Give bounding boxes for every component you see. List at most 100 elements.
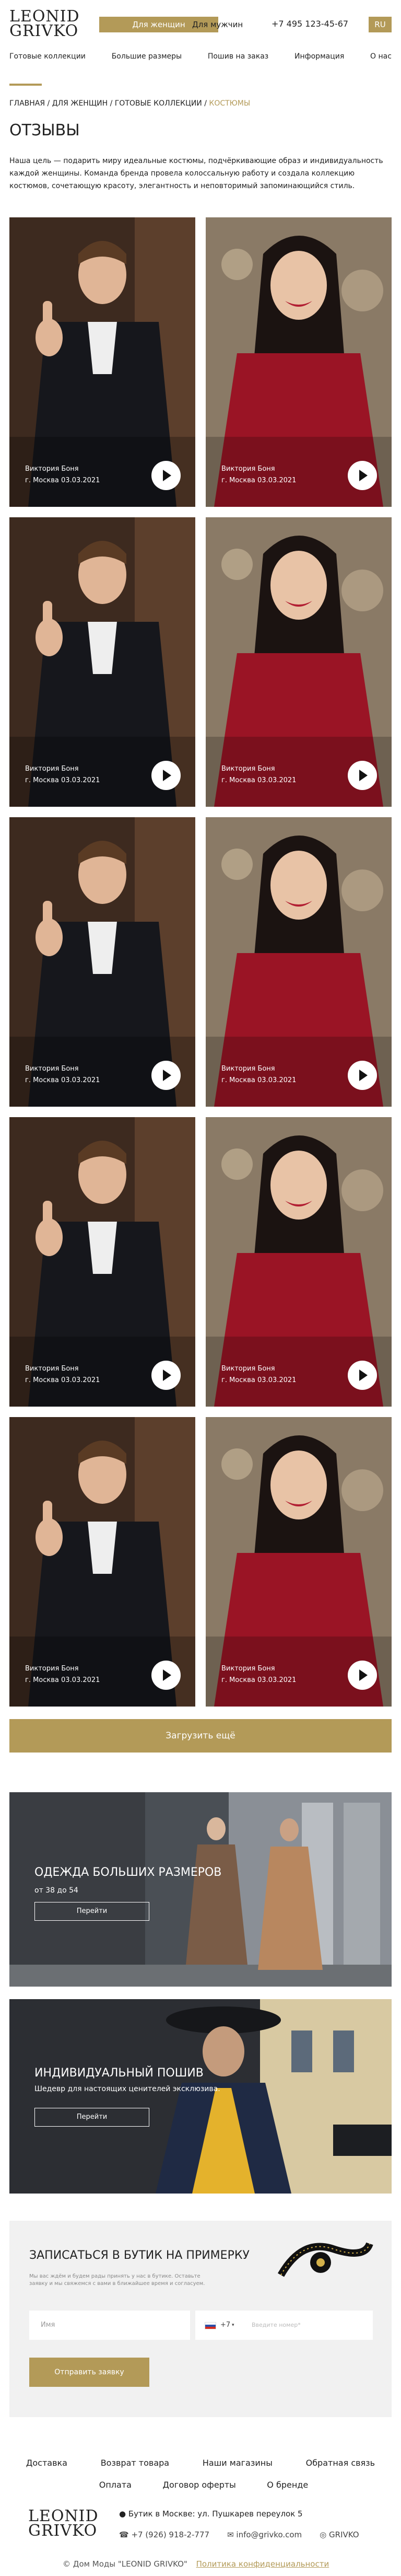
header: LEONID GRIVKO Для женщин Для мужчин +7 4…: [0, 0, 401, 78]
reviewer-name: Виктория Боня: [25, 1665, 79, 1673]
review-city-date: г. Москва 03.03.2021: [221, 1376, 297, 1384]
reviewer-name: Виктория Боня: [221, 465, 275, 473]
banner-button[interactable]: Перейти: [34, 1902, 149, 1921]
nav-item-custom-tailoring[interactable]: Пошив на заказ: [208, 52, 268, 61]
review-city-date: г. Москва 03.03.2021: [25, 1676, 100, 1684]
review-city-date: г. Москва 03.03.2021: [25, 776, 100, 784]
footer-logo[interactable]: LEONID GRIVKO: [28, 2509, 99, 2540]
main-nav: Готовые коллекции Большие размеры Пошив …: [9, 52, 392, 61]
footer-address: ● Бутик в Москве: ул. Пушкарев переулок …: [119, 2509, 303, 2519]
banner-subtitle: Шедевр для настоящих ценителей эксклюзив…: [34, 2085, 220, 2093]
footer-link-payment[interactable]: Оплата: [99, 2480, 132, 2490]
phone-code: +7: [220, 2321, 231, 2329]
banner-large-sizes[interactable]: ОДЕЖДА БОЛЬШИХ РАЗМЕРОВ от 38 до 54 Пере…: [9, 1792, 392, 1987]
header-phone[interactable]: +7 495 123-45-67: [272, 19, 348, 29]
form-title: ЗАПИСАТЬСЯ В БУТИК НА ПРИМЕРКУ: [29, 2249, 250, 2262]
footer-link-stores[interactable]: Наши магазины: [203, 2458, 273, 2468]
footer-logo-line2: GRIVKO: [28, 2522, 98, 2540]
play-video-icon[interactable]: [348, 1061, 377, 1090]
review-card[interactable]: Виктория Боня г. Москва 03.03.2021: [9, 817, 195, 1107]
breadcrumb: ГЛАВНАЯ / ДЛЯ ЖЕНЩИН / ГОТОВЫЕ КОЛЛЕКЦИИ…: [9, 99, 250, 108]
location-pin-icon: ●: [119, 2509, 126, 2519]
copyright-text: © Дом Моды "LEONID GRIVKO": [63, 2559, 187, 2569]
footer-link-offer[interactable]: Договор оферты: [162, 2480, 235, 2490]
play-video-icon[interactable]: [151, 461, 181, 490]
breadcrumb-separator: /: [47, 99, 50, 108]
play-video-icon[interactable]: [151, 1061, 181, 1090]
instagram-icon: ◎: [320, 2530, 329, 2539]
page: LEONID GRIVKO Для женщин Для мужчин +7 4…: [0, 0, 401, 2576]
banner-custom-tailoring-image: [9, 1999, 392, 2194]
banner-subtitle: от 38 до 54: [34, 1886, 78, 1895]
review-card[interactable]: Виктория Боня г. Москва 03.03.2021: [9, 217, 195, 507]
play-video-icon[interactable]: [151, 761, 181, 790]
review-city-date: г. Москва 03.03.2021: [221, 776, 297, 784]
review-card[interactable]: Виктория Боня г. Москва 03.03.2021: [9, 1117, 195, 1407]
play-video-icon[interactable]: [151, 1661, 181, 1690]
review-city-date: г. Москва 03.03.2021: [25, 1076, 100, 1084]
breadcrumb-home[interactable]: ГЛАВНАЯ: [9, 99, 45, 108]
submit-button[interactable]: Отправить заявку: [29, 2358, 149, 2387]
phone-icon: ☎: [119, 2530, 132, 2539]
review-city-date: г. Москва 03.03.2021: [25, 1376, 100, 1384]
reviewer-name: Виктория Боня: [25, 465, 79, 473]
load-more-button[interactable]: Загрузить ещё: [9, 1719, 392, 1753]
logo[interactable]: LEONID GRIVKO: [9, 9, 80, 39]
banner-custom-tailoring[interactable]: ИНДИВИДУАЛЬНЫЙ ПОШИВ Шедевр для настоящи…: [9, 1999, 392, 2194]
footer-social-text: GRIVKO: [329, 2530, 359, 2539]
breadcrumb-women[interactable]: ДЛЯ ЖЕНЩИН: [52, 99, 108, 108]
play-video-icon[interactable]: [348, 761, 377, 790]
review-card[interactable]: Виктория Боня г. Москва 03.03.2021: [206, 817, 392, 1107]
review-city-date: г. Москва 03.03.2021: [221, 477, 297, 484]
chevron-down-icon[interactable]: ▾: [232, 2311, 234, 2340]
reviewer-name: Виктория Боня: [221, 1065, 275, 1073]
review-city-date: г. Москва 03.03.2021: [221, 1076, 297, 1084]
nav-item-large-sizes[interactable]: Большие размеры: [112, 52, 182, 61]
men-button[interactable]: Для мужчин: [183, 17, 252, 32]
phone-input[interactable]: Введите номер*: [252, 2311, 301, 2340]
review-card[interactable]: Виктория Боня г. Москва 03.03.2021: [206, 517, 392, 807]
breadcrumb-separator: /: [204, 99, 207, 108]
name-input[interactable]: Имя: [29, 2311, 190, 2340]
breadcrumb-separator: /: [110, 99, 113, 108]
play-video-icon[interactable]: [151, 1361, 181, 1390]
privacy-policy-link[interactable]: Политика конфиденциальности: [196, 2559, 329, 2569]
nav-item-collections[interactable]: Готовые коллекции: [9, 52, 86, 61]
review-card[interactable]: Виктория Боня г. Москва 03.03.2021: [9, 1417, 195, 1707]
play-video-icon[interactable]: [348, 1661, 377, 1690]
play-video-icon[interactable]: [348, 461, 377, 490]
footer-social[interactable]: ◎ GRIVKO: [320, 2530, 359, 2539]
review-card[interactable]: Виктория Боня г. Москва 03.03.2021: [206, 217, 392, 507]
russia-flag-icon: [205, 2322, 216, 2329]
page-title: ОТЗЫВЫ: [9, 121, 80, 140]
banner-title: ОДЕЖДА БОЛЬШИХ РАЗМЕРОВ: [34, 1866, 222, 1879]
nav-item-info[interactable]: Информация: [294, 52, 344, 61]
play-video-icon[interactable]: [348, 1361, 377, 1390]
phone-field[interactable]: +7 ▾ Введите номер*: [195, 2311, 373, 2340]
reviewer-name: Виктория Боня: [25, 1065, 79, 1073]
copyright: © Дом Моды "LEONID GRIVKO" Политика конф…: [63, 2559, 329, 2569]
footer-email[interactable]: ✉ info@grivko.com: [227, 2530, 302, 2539]
footer-link-delivery[interactable]: Доставка: [26, 2458, 67, 2468]
nav-item-about[interactable]: О нас: [370, 52, 392, 61]
footer-links-row2: Оплата Договор оферты О бренде: [84, 2480, 324, 2490]
review-card[interactable]: Виктория Боня г. Москва 03.03.2021: [206, 1117, 392, 1407]
footer-link-returns[interactable]: Возврат товара: [101, 2458, 169, 2468]
fitting-form: ЗАПИСАТЬСЯ В БУТИК НА ПРИМЕРКУ Мы вас жд…: [9, 2221, 392, 2417]
footer-phone[interactable]: ☎ +7 (926) 918-2-777: [119, 2530, 209, 2539]
banner-button[interactable]: Перейти: [34, 2108, 149, 2127]
footer-link-feedback[interactable]: Обратная связь: [306, 2458, 375, 2468]
breadcrumb-collections[interactable]: ГОТОВЫЕ КОЛЛЕКЦИИ: [115, 99, 202, 108]
form-note: Мы вас ждём и будем рады принять у нас в…: [29, 2273, 205, 2287]
review-city-date: г. Москва 03.03.2021: [25, 477, 100, 484]
footer-contacts: ☎ +7 (926) 918-2-777 ✉ info@grivko.com ◎…: [119, 2530, 391, 2539]
intro-text: Наша цель — подарить миру идеальные кост…: [9, 157, 383, 190]
review-card[interactable]: Виктория Боня г. Москва 03.03.2021: [206, 1417, 392, 1707]
reviewer-name: Виктория Боня: [221, 1365, 275, 1373]
footer-phone-text: +7 (926) 918-2-777: [131, 2530, 210, 2539]
breadcrumb-current: КОСТЮМЫ: [209, 99, 251, 108]
review-card[interactable]: Виктория Боня г. Москва 03.03.2021: [9, 517, 195, 807]
language-selector[interactable]: RU: [369, 17, 392, 32]
footer-link-about-brand[interactable]: О бренде: [267, 2480, 308, 2490]
footer-address-text: Бутик в Москве: ул. Пушкарев переулок 5: [128, 2509, 303, 2519]
